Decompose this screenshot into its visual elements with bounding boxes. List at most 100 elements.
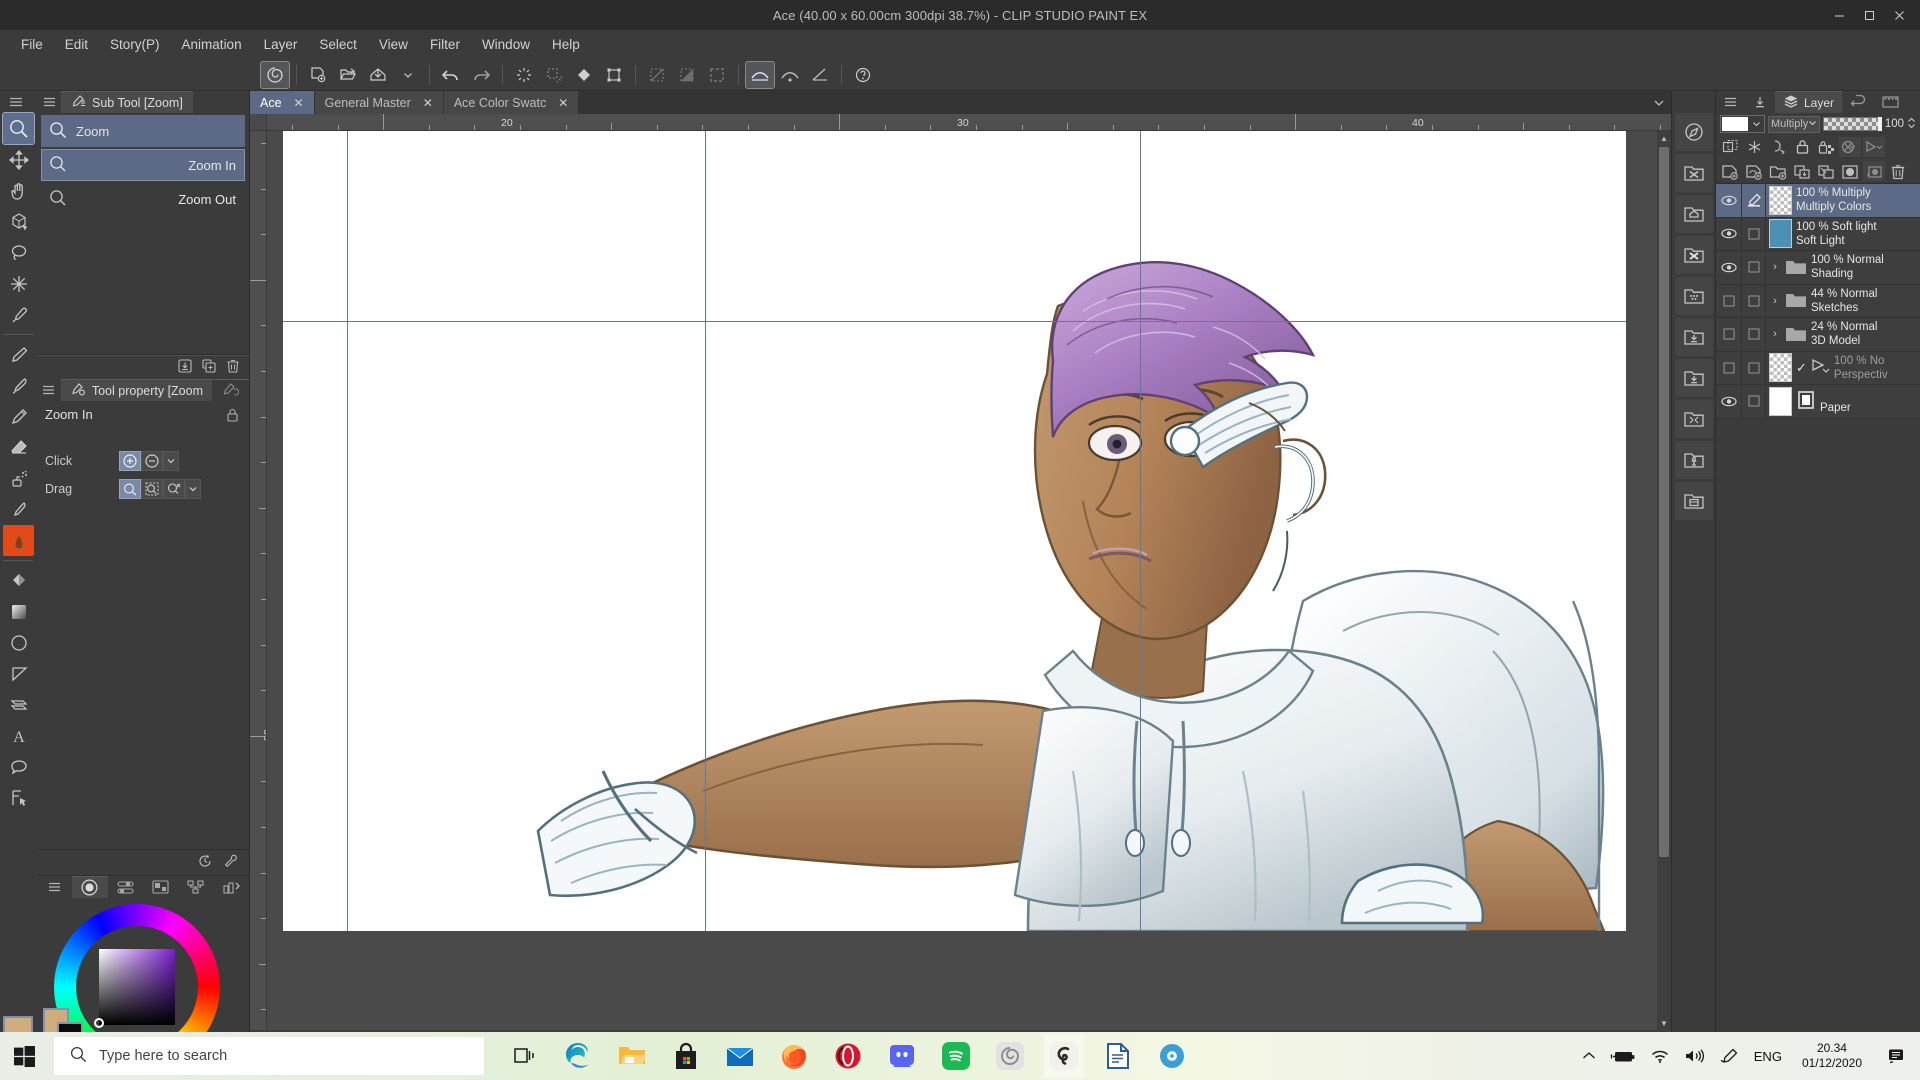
libreoffice-writer-icon[interactable] <box>1098 1034 1138 1078</box>
auto-select-tool[interactable] <box>3 268 34 299</box>
chevron-down-icon[interactable] <box>163 451 179 471</box>
canvas-viewport[interactable] <box>267 131 1657 1030</box>
sub-tool-item-zoom-in[interactable]: Zoom In <box>41 149 245 181</box>
ruler-corner[interactable] <box>250 114 267 131</box>
color-palette-menu-icon[interactable] <box>37 876 73 898</box>
layer-edit-indicator[interactable] <box>1742 184 1766 217</box>
minimize-button[interactable] <box>1824 0 1854 30</box>
ruler-tool[interactable] <box>3 658 34 689</box>
zoom-drag-icon[interactable] <box>119 479 141 499</box>
material-download-1-icon[interactable] <box>1675 318 1713 356</box>
delete-sub-tool-icon[interactable] <box>225 358 241 377</box>
vertical-ruler[interactable]: 20 <box>250 131 267 1030</box>
menu-select[interactable]: Select <box>308 33 368 56</box>
layer-row-shading[interactable]: › 100 % Normal Shading <box>1716 251 1920 285</box>
layer-visibility-toggle[interactable] <box>1716 284 1742 317</box>
discord-icon[interactable] <box>882 1034 922 1078</box>
zoom-tool[interactable] <box>2 112 35 145</box>
layer-panel-menu-icon[interactable] <box>1716 91 1745 113</box>
tool-property-menu-icon[interactable] <box>37 379 61 401</box>
layer-row-sketches[interactable]: › 44 % Normal Sketches <box>1716 284 1920 318</box>
brush-preview-tab[interactable] <box>212 379 250 401</box>
pen-input-icon[interactable] <box>1720 1047 1740 1065</box>
rotate-3d-tool[interactable] <box>3 206 34 237</box>
combine-down-icon[interactable] <box>1815 161 1837 181</box>
sub-tool-group-zoom[interactable]: Zoom <box>41 115 245 147</box>
invert-selection-icon[interactable] <box>673 62 701 88</box>
layer-mask-link-icon[interactable] <box>1767 137 1789 157</box>
snap-ruler-icon[interactable] <box>745 60 775 89</box>
animation-tab[interactable] <box>1874 91 1907 113</box>
history-tab[interactable] <box>1842 91 1874 113</box>
tool-palette-menu-icon[interactable] <box>9 95 23 110</box>
delete-layer-icon[interactable] <box>1887 161 1909 181</box>
saturation-value-square[interactable] <box>99 949 175 1025</box>
firefox-icon[interactable] <box>774 1034 814 1078</box>
material-layout-icon[interactable] <box>1675 482 1713 520</box>
chevron-down-icon[interactable] <box>1808 118 1817 130</box>
menu-window[interactable]: Window <box>471 33 541 56</box>
sub-tool-item-zoom-out[interactable]: Zoom Out <box>41 183 245 215</box>
dock-icon[interactable] <box>1745 91 1775 113</box>
layer-edit-indicator[interactable] <box>1742 351 1766 384</box>
sub-tool-menu-icon[interactable] <box>37 91 61 113</box>
tool-property-tab[interactable]: Tool property [Zoom <box>60 379 213 401</box>
folder-expand-icon[interactable]: › <box>1769 295 1781 307</box>
new-layer-folder-icon[interactable] <box>1767 161 1789 181</box>
windows-start-icon[interactable] <box>0 1032 48 1080</box>
navigator-icon[interactable] <box>1675 113 1713 151</box>
layer-edit-indicator[interactable] <box>1742 385 1766 418</box>
language-indicator[interactable]: ENG <box>1754 1049 1782 1064</box>
sv-cursor[interactable] <box>94 1018 104 1028</box>
fill-icon[interactable] <box>570 62 598 88</box>
undo-icon[interactable] <box>437 62 465 88</box>
lock-layer-icon[interactable] <box>1791 137 1813 157</box>
eyedropper-tool[interactable] <box>3 299 34 330</box>
volume-icon[interactable] <box>1684 1048 1706 1064</box>
layer-tab[interactable]: Layer <box>1775 91 1843 113</box>
clock[interactable]: 20.34 01/12/2020 <box>1796 1041 1868 1071</box>
initialize-settings-icon[interactable] <box>197 853 213 872</box>
blend-mode-select[interactable]: Multiply <box>1768 115 1821 133</box>
layer-opacity-slider[interactable] <box>1823 117 1882 131</box>
ruler-visible-icon[interactable] <box>1839 137 1861 157</box>
layer-visibility-toggle[interactable] <box>1716 251 1742 284</box>
help-icon[interactable] <box>849 62 877 88</box>
document-tab-ace-color-swatch[interactable]: Ace Color Swatc ✕ <box>443 91 580 114</box>
clear-icon[interactable] <box>510 62 538 88</box>
color-slider-tab[interactable] <box>107 876 143 898</box>
microsoft-edge-icon[interactable] <box>558 1034 598 1078</box>
layer-thumbnail[interactable] <box>1769 353 1792 383</box>
color-wheel-tab[interactable] <box>72 876 108 898</box>
zoom-cancel-icon[interactable] <box>163 479 185 499</box>
mask-disable-icon[interactable] <box>1743 137 1765 157</box>
close-icon[interactable]: ✕ <box>423 96 433 110</box>
artwork-canvas[interactable] <box>283 131 1626 931</box>
layer-edit-indicator[interactable] <box>1742 251 1766 284</box>
layer-visibility-toggle[interactable] <box>1716 351 1742 384</box>
layer-edit-indicator[interactable] <box>1742 284 1766 317</box>
wifi-icon[interactable] <box>1650 1048 1670 1064</box>
vertical-scroll-thumb[interactable] <box>1659 147 1669 857</box>
transfer-down-icon[interactable] <box>1791 161 1813 181</box>
document-tab-general-master[interactable]: General Master ✕ <box>314 91 444 114</box>
close-icon[interactable]: ✕ <box>294 96 304 110</box>
layer-thumbnail[interactable] <box>1769 185 1792 215</box>
snap-grid-icon[interactable] <box>806 62 834 88</box>
horizontal-ruler[interactable]: 20 30 40 <box>267 114 1671 131</box>
task-view-icon[interactable] <box>504 1034 544 1078</box>
menu-filter[interactable]: Filter <box>419 33 471 56</box>
zoom-in-icon[interactable] <box>119 451 141 471</box>
chevron-down-icon[interactable] <box>1749 120 1764 128</box>
open-file-icon[interactable] <box>334 62 362 88</box>
text-tool[interactable]: A <box>3 720 34 751</box>
move-tool[interactable] <box>3 144 34 175</box>
duplicate-sub-tool-icon[interactable] <box>201 358 217 377</box>
save-dropdown-caret-icon[interactable] <box>394 62 422 88</box>
create-mask-icon[interactable] <box>1839 161 1861 181</box>
lock-transparent-icon[interactable] <box>1815 137 1837 157</box>
sub-tool-detail-icon[interactable] <box>223 853 239 872</box>
material-close-icon[interactable] <box>1675 236 1713 274</box>
deselect-icon[interactable] <box>643 62 671 88</box>
object-tool[interactable] <box>3 782 34 813</box>
